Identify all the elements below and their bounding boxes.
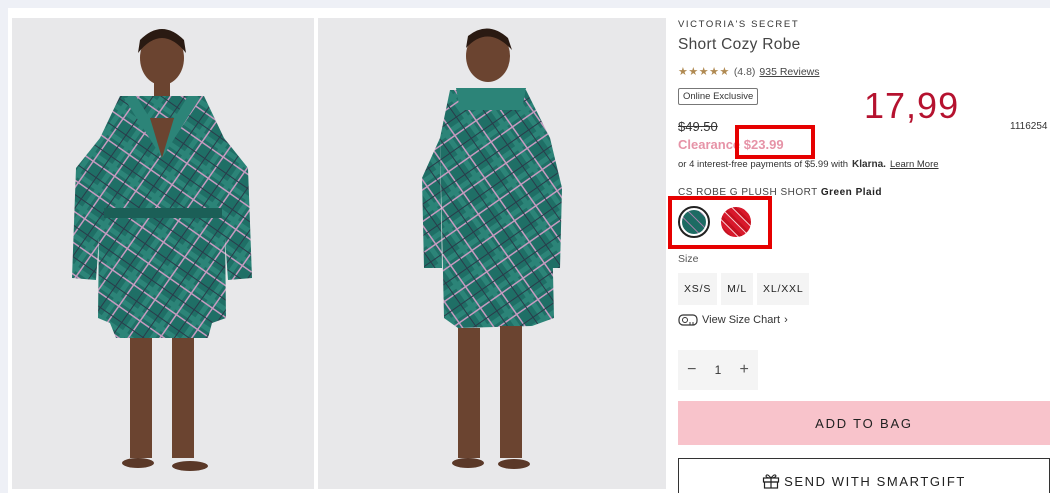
chevron-right-icon: › <box>784 314 788 326</box>
original-price: $49.50 <box>678 119 718 134</box>
swatch-color-name: Green Plaid <box>820 187 882 198</box>
clearance-label: Clearance <box>678 137 741 152</box>
installments-row: or 4 interest-free payments of $5.99 wit… <box>678 159 939 170</box>
smartgift-label: SEND WITH SMARTGIFT <box>784 473 966 489</box>
product-image-back[interactable] <box>318 18 666 489</box>
add-to-bag-button[interactable]: ADD TO BAG <box>678 401 1050 445</box>
tape-measure-icon <box>678 314 698 326</box>
product-image-front[interactable] <box>12 18 314 489</box>
view-size-chart-link[interactable]: View Size Chart › <box>678 314 788 326</box>
rating-stars-icon: ★★★★★ <box>678 66 730 78</box>
quantity-stepper: − 1 + <box>678 350 758 390</box>
size-xs-s-button[interactable]: XS/S <box>678 273 718 305</box>
product-sku: 1116254 <box>1010 121 1048 132</box>
product-title: Short Cozy Robe <box>678 36 801 53</box>
rating-row: ★★★★★ (4.8) 935 Reviews <box>678 65 820 79</box>
online-exclusive-badge: Online Exclusive <box>678 88 759 105</box>
rating-value: (4.8) <box>733 65 756 78</box>
size-xl-xxl-button[interactable]: XL/XXL <box>757 273 810 305</box>
klarna-logo: Klarna. <box>852 159 886 170</box>
quantity-value: 1 <box>714 363 722 377</box>
price-highlight-box <box>735 125 815 159</box>
handwritten-price-annotation: 17,99 <box>864 85 960 126</box>
gift-icon <box>762 474 780 489</box>
brand-name: VICTORIA'S SECRET <box>678 19 800 30</box>
learn-more-link[interactable]: Learn More <box>890 159 939 170</box>
reviews-link[interactable]: 935 Reviews <box>759 66 819 78</box>
swatch-highlight-box <box>668 196 772 249</box>
product-page: VICTORIA'S SECRET Short Cozy Robe ★★★★★ … <box>8 8 1050 493</box>
size-label: Size <box>678 253 699 265</box>
send-with-smartgift-button[interactable]: SEND WITH SMARTGIFT <box>678 458 1050 493</box>
installments-text: or 4 interest-free payments of $5.99 wit… <box>678 159 849 170</box>
size-m-l-button[interactable]: M/L <box>721 273 754 305</box>
size-options: XS/S M/L XL/XXL <box>678 273 810 305</box>
view-size-chart-label: View Size Chart <box>702 314 781 326</box>
decrease-quantity-button[interactable]: − <box>687 361 696 379</box>
increase-quantity-button[interactable]: + <box>740 361 749 379</box>
